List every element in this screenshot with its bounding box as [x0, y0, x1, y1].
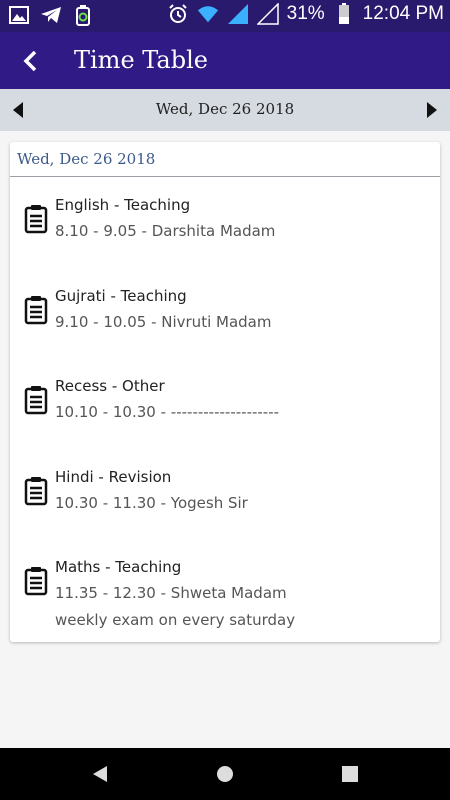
- clipboard-icon: [24, 386, 48, 415]
- clipboard-icon: [24, 296, 48, 325]
- status-bar: 31% 12:04 PM: [0, 0, 450, 32]
- timetable-entry[interactable]: English - Teaching 8.10 - 9.05 - Darshit…: [10, 196, 440, 286]
- entry-details: 11.35 - 12.30 - Shweta Madam: [55, 584, 287, 602]
- back-arrow-icon: [23, 50, 37, 72]
- entry-title: Recess - Other: [55, 377, 165, 395]
- recents-square-icon: [342, 766, 358, 782]
- entry-title: Hindi - Revision: [55, 468, 172, 486]
- triangle-right-icon: [427, 102, 437, 118]
- wifi-icon: [197, 3, 219, 25]
- clipboard-icon: [24, 477, 48, 506]
- system-home-button[interactable]: [215, 764, 235, 784]
- timetable-entry[interactable]: Recess - Other 10.10 - 10.30 - ---------…: [10, 377, 440, 467]
- home-circle-icon: [217, 766, 233, 782]
- entry-note: weekly exam on every saturday: [55, 611, 296, 629]
- card-date-header: Wed, Dec 26 2018: [10, 142, 440, 177]
- recycle-icon: [72, 4, 94, 26]
- timetable-entry[interactable]: Maths - Teaching 11.35 - 12.30 - Shweta …: [10, 558, 440, 648]
- telegram-icon: [40, 4, 62, 26]
- entry-title: Gujrati - Teaching: [55, 287, 187, 305]
- battery-percent: 31%: [286, 3, 325, 24]
- entry-details: 9.10 - 10.05 - Nivruti Madam: [55, 313, 272, 331]
- page-title: Time Table: [74, 46, 208, 74]
- timetable-card: Wed, Dec 26 2018 English - Teaching 8.10…: [10, 142, 440, 642]
- battery-icon: [333, 3, 355, 25]
- status-bar-left: [8, 4, 94, 26]
- image-icon: [8, 4, 30, 26]
- system-back-button[interactable]: [90, 764, 110, 784]
- app-bar: Time Table: [0, 32, 450, 89]
- timetable-entry[interactable]: Gujrati - Teaching 9.10 - 10.05 - Nivrut…: [10, 287, 440, 377]
- current-date: Wed, Dec 26 2018: [155, 100, 295, 118]
- next-day-button[interactable]: [414, 89, 450, 131]
- entry-details: 10.10 - 10.30 - --------------------: [55, 403, 280, 421]
- clipboard-icon: [24, 205, 48, 234]
- system-navigation-bar: [0, 748, 450, 800]
- timetable-entry[interactable]: Hindi - Revision 10.30 - 11.30 - Yogesh …: [10, 468, 440, 558]
- clipboard-icon: [24, 567, 48, 596]
- status-bar-right: 31% 12:04 PM: [167, 3, 444, 25]
- entry-title: Maths - Teaching: [55, 558, 182, 576]
- entry-details: 8.10 - 9.05 - Darshita Madam: [55, 222, 276, 240]
- system-recents-button[interactable]: [340, 764, 360, 784]
- back-triangle-icon: [93, 766, 107, 782]
- alarm-icon: [167, 3, 189, 25]
- back-button[interactable]: [14, 45, 46, 77]
- clock: 12:04 PM: [362, 3, 444, 24]
- date-navigator: Wed, Dec 26 2018: [0, 89, 450, 131]
- signal-icon: [227, 3, 249, 25]
- no-signal-icon: [256, 3, 279, 25]
- entry-details: 10.30 - 11.30 - Yogesh Sir: [55, 494, 248, 512]
- entry-title: English - Teaching: [55, 196, 191, 214]
